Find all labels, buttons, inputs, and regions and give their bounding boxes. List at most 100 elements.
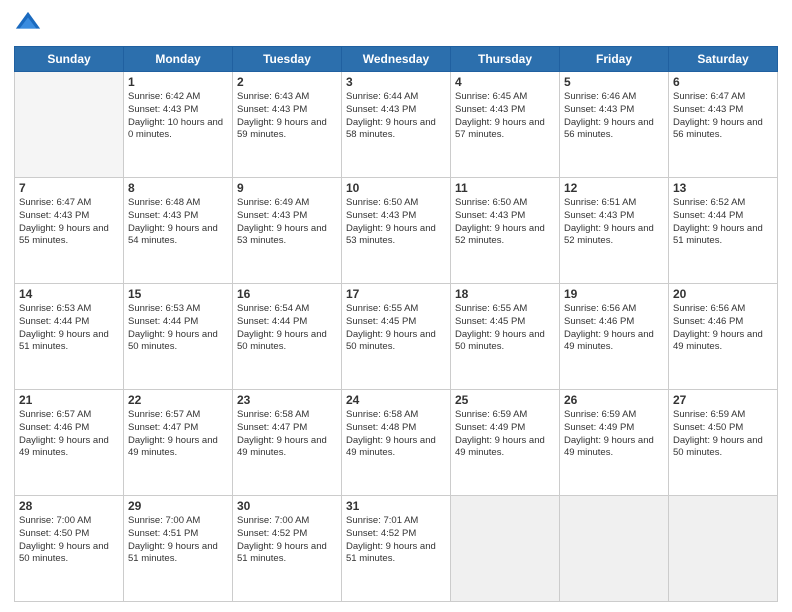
calendar-cell: 22 Sunrise: 6:57 AMSunset: 4:47 PMDayligh… (124, 390, 233, 496)
day-number: 8 (128, 181, 228, 195)
day-number: 29 (128, 499, 228, 513)
calendar-cell (669, 496, 778, 602)
calendar-cell: 28 Sunrise: 7:00 AMSunset: 4:50 PMDayligh… (15, 496, 124, 602)
day-info: Sunrise: 6:50 AMSunset: 4:43 PMDaylight:… (346, 197, 446, 248)
calendar-cell: 15 Sunrise: 6:53 AMSunset: 4:44 PMDayligh… (124, 284, 233, 390)
calendar-cell (15, 72, 124, 178)
calendar-cell: 31Sunrise: 7:01 AMSunset: 4:52 PMDayligh… (342, 496, 451, 602)
day-info: Sunrise: 6:55 AMSunset: 4:45 PMDaylight:… (455, 303, 555, 354)
day-info: Sunrise: 6:57 AMSunset: 4:46 PMDaylight:… (19, 409, 119, 460)
day-info: Sunrise: 7:00 AMSunset: 4:52 PMDaylight:… (237, 515, 337, 566)
calendar-day-header: Wednesday (342, 47, 451, 72)
day-number: 24 (346, 393, 446, 407)
day-info: Sunrise: 7:01 AMSunset: 4:52 PMDaylight:… (346, 515, 446, 566)
calendar-week-row: 14 Sunrise: 6:53 AMSunset: 4:44 PMDayligh… (15, 284, 778, 390)
day-info: Sunrise: 6:48 AMSunset: 4:43 PMDaylight:… (128, 197, 228, 248)
day-info: Sunrise: 6:46 AMSunset: 4:43 PMDaylight:… (564, 91, 664, 142)
day-number: 7 (19, 181, 119, 195)
day-number: 30 (237, 499, 337, 513)
calendar-day-header: Monday (124, 47, 233, 72)
day-info: Sunrise: 6:53 AMSunset: 4:44 PMDaylight:… (19, 303, 119, 354)
day-info: Sunrise: 6:58 AMSunset: 4:47 PMDaylight:… (237, 409, 337, 460)
calendar-day-header: Tuesday (233, 47, 342, 72)
calendar-week-row: 1 Sunrise: 6:42 AMSunset: 4:43 PMDaylight… (15, 72, 778, 178)
calendar-cell: 11Sunrise: 6:50 AMSunset: 4:43 PMDayligh… (451, 178, 560, 284)
day-number: 2 (237, 75, 337, 89)
day-info: Sunrise: 6:59 AMSunset: 4:50 PMDaylight:… (673, 409, 773, 460)
calendar-cell (451, 496, 560, 602)
calendar-cell: 6 Sunrise: 6:47 AMSunset: 4:43 PMDaylight… (669, 72, 778, 178)
calendar-table: SundayMondayTuesdayWednesdayThursdayFrid… (14, 46, 778, 602)
day-info: Sunrise: 6:44 AMSunset: 4:43 PMDaylight:… (346, 91, 446, 142)
day-number: 9 (237, 181, 337, 195)
day-info: Sunrise: 6:56 AMSunset: 4:46 PMDaylight:… (564, 303, 664, 354)
day-number: 19 (564, 287, 664, 301)
day-info: Sunrise: 6:58 AMSunset: 4:48 PMDaylight:… (346, 409, 446, 460)
calendar-cell: 9Sunrise: 6:49 AMSunset: 4:43 PMDaylight… (233, 178, 342, 284)
day-number: 1 (128, 75, 228, 89)
day-number: 26 (564, 393, 664, 407)
calendar-cell: 27 Sunrise: 6:59 AMSunset: 4:50 PMDayligh… (669, 390, 778, 496)
day-info: Sunrise: 6:47 AMSunset: 4:43 PMDaylight:… (673, 91, 773, 142)
calendar-day-header: Saturday (669, 47, 778, 72)
day-number: 5 (564, 75, 664, 89)
header (14, 10, 778, 38)
day-info: Sunrise: 6:47 AMSunset: 4:43 PMDaylight:… (19, 197, 119, 248)
day-number: 17 (346, 287, 446, 301)
day-info: Sunrise: 6:45 AMSunset: 4:43 PMDaylight:… (455, 91, 555, 142)
day-number: 28 (19, 499, 119, 513)
calendar-cell: 8 Sunrise: 6:48 AMSunset: 4:43 PMDaylight… (124, 178, 233, 284)
day-info: Sunrise: 6:51 AMSunset: 4:43 PMDaylight:… (564, 197, 664, 248)
calendar-cell: 29 Sunrise: 7:00 AMSunset: 4:51 PMDayligh… (124, 496, 233, 602)
day-info: Sunrise: 6:55 AMSunset: 4:45 PMDaylight:… (346, 303, 446, 354)
calendar-cell: 16 Sunrise: 6:54 AMSunset: 4:44 PMDayligh… (233, 284, 342, 390)
day-number: 14 (19, 287, 119, 301)
logo-icon (14, 10, 42, 38)
calendar-day-header: Sunday (15, 47, 124, 72)
day-number: 23 (237, 393, 337, 407)
day-info: Sunrise: 6:42 AMSunset: 4:43 PMDaylight:… (128, 91, 228, 142)
day-number: 25 (455, 393, 555, 407)
calendar-cell: 20Sunrise: 6:56 AMSunset: 4:46 PMDayligh… (669, 284, 778, 390)
day-number: 12 (564, 181, 664, 195)
calendar-cell: 12 Sunrise: 6:51 AMSunset: 4:43 PMDayligh… (560, 178, 669, 284)
day-number: 15 (128, 287, 228, 301)
calendar-cell: 5 Sunrise: 6:46 AMSunset: 4:43 PMDaylight… (560, 72, 669, 178)
day-info: Sunrise: 6:59 AMSunset: 4:49 PMDaylight:… (455, 409, 555, 460)
calendar-cell: 18Sunrise: 6:55 AMSunset: 4:45 PMDayligh… (451, 284, 560, 390)
day-number: 16 (237, 287, 337, 301)
day-number: 13 (673, 181, 773, 195)
day-info: Sunrise: 6:59 AMSunset: 4:49 PMDaylight:… (564, 409, 664, 460)
calendar-cell: 2Sunrise: 6:43 AMSunset: 4:43 PMDaylight… (233, 72, 342, 178)
day-info: Sunrise: 6:52 AMSunset: 4:44 PMDaylight:… (673, 197, 773, 248)
day-number: 27 (673, 393, 773, 407)
day-info: Sunrise: 6:54 AMSunset: 4:44 PMDaylight:… (237, 303, 337, 354)
calendar-cell: 26 Sunrise: 6:59 AMSunset: 4:49 PMDayligh… (560, 390, 669, 496)
calendar-cell: 7 Sunrise: 6:47 AMSunset: 4:43 PMDaylight… (15, 178, 124, 284)
day-number: 3 (346, 75, 446, 89)
calendar-week-row: 7 Sunrise: 6:47 AMSunset: 4:43 PMDaylight… (15, 178, 778, 284)
day-number: 6 (673, 75, 773, 89)
day-info: Sunrise: 6:56 AMSunset: 4:46 PMDaylight:… (673, 303, 773, 354)
day-info: Sunrise: 6:53 AMSunset: 4:44 PMDaylight:… (128, 303, 228, 354)
calendar-cell: 24 Sunrise: 6:58 AMSunset: 4:48 PMDayligh… (342, 390, 451, 496)
calendar-cell: 25 Sunrise: 6:59 AMSunset: 4:49 PMDayligh… (451, 390, 560, 496)
calendar-header-row: SundayMondayTuesdayWednesdayThursdayFrid… (15, 47, 778, 72)
calendar-day-header: Thursday (451, 47, 560, 72)
day-info: Sunrise: 7:00 AMSunset: 4:51 PMDaylight:… (128, 515, 228, 566)
calendar-week-row: 21Sunrise: 6:57 AMSunset: 4:46 PMDayligh… (15, 390, 778, 496)
calendar-week-row: 28 Sunrise: 7:00 AMSunset: 4:50 PMDayligh… (15, 496, 778, 602)
day-info: Sunrise: 7:00 AMSunset: 4:50 PMDaylight:… (19, 515, 119, 566)
calendar-cell: 1 Sunrise: 6:42 AMSunset: 4:43 PMDaylight… (124, 72, 233, 178)
calendar-cell: 4 Sunrise: 6:45 AMSunset: 4:43 PMDaylight… (451, 72, 560, 178)
day-number: 22 (128, 393, 228, 407)
page: SundayMondayTuesdayWednesdayThursdayFrid… (0, 0, 792, 612)
calendar-cell: 17 Sunrise: 6:55 AMSunset: 4:45 PMDayligh… (342, 284, 451, 390)
calendar-cell: 21Sunrise: 6:57 AMSunset: 4:46 PMDayligh… (15, 390, 124, 496)
day-number: 10 (346, 181, 446, 195)
calendar-cell: 13 Sunrise: 6:52 AMSunset: 4:44 PMDayligh… (669, 178, 778, 284)
logo (14, 10, 46, 38)
day-info: Sunrise: 6:57 AMSunset: 4:47 PMDaylight:… (128, 409, 228, 460)
calendar-day-header: Friday (560, 47, 669, 72)
day-number: 4 (455, 75, 555, 89)
